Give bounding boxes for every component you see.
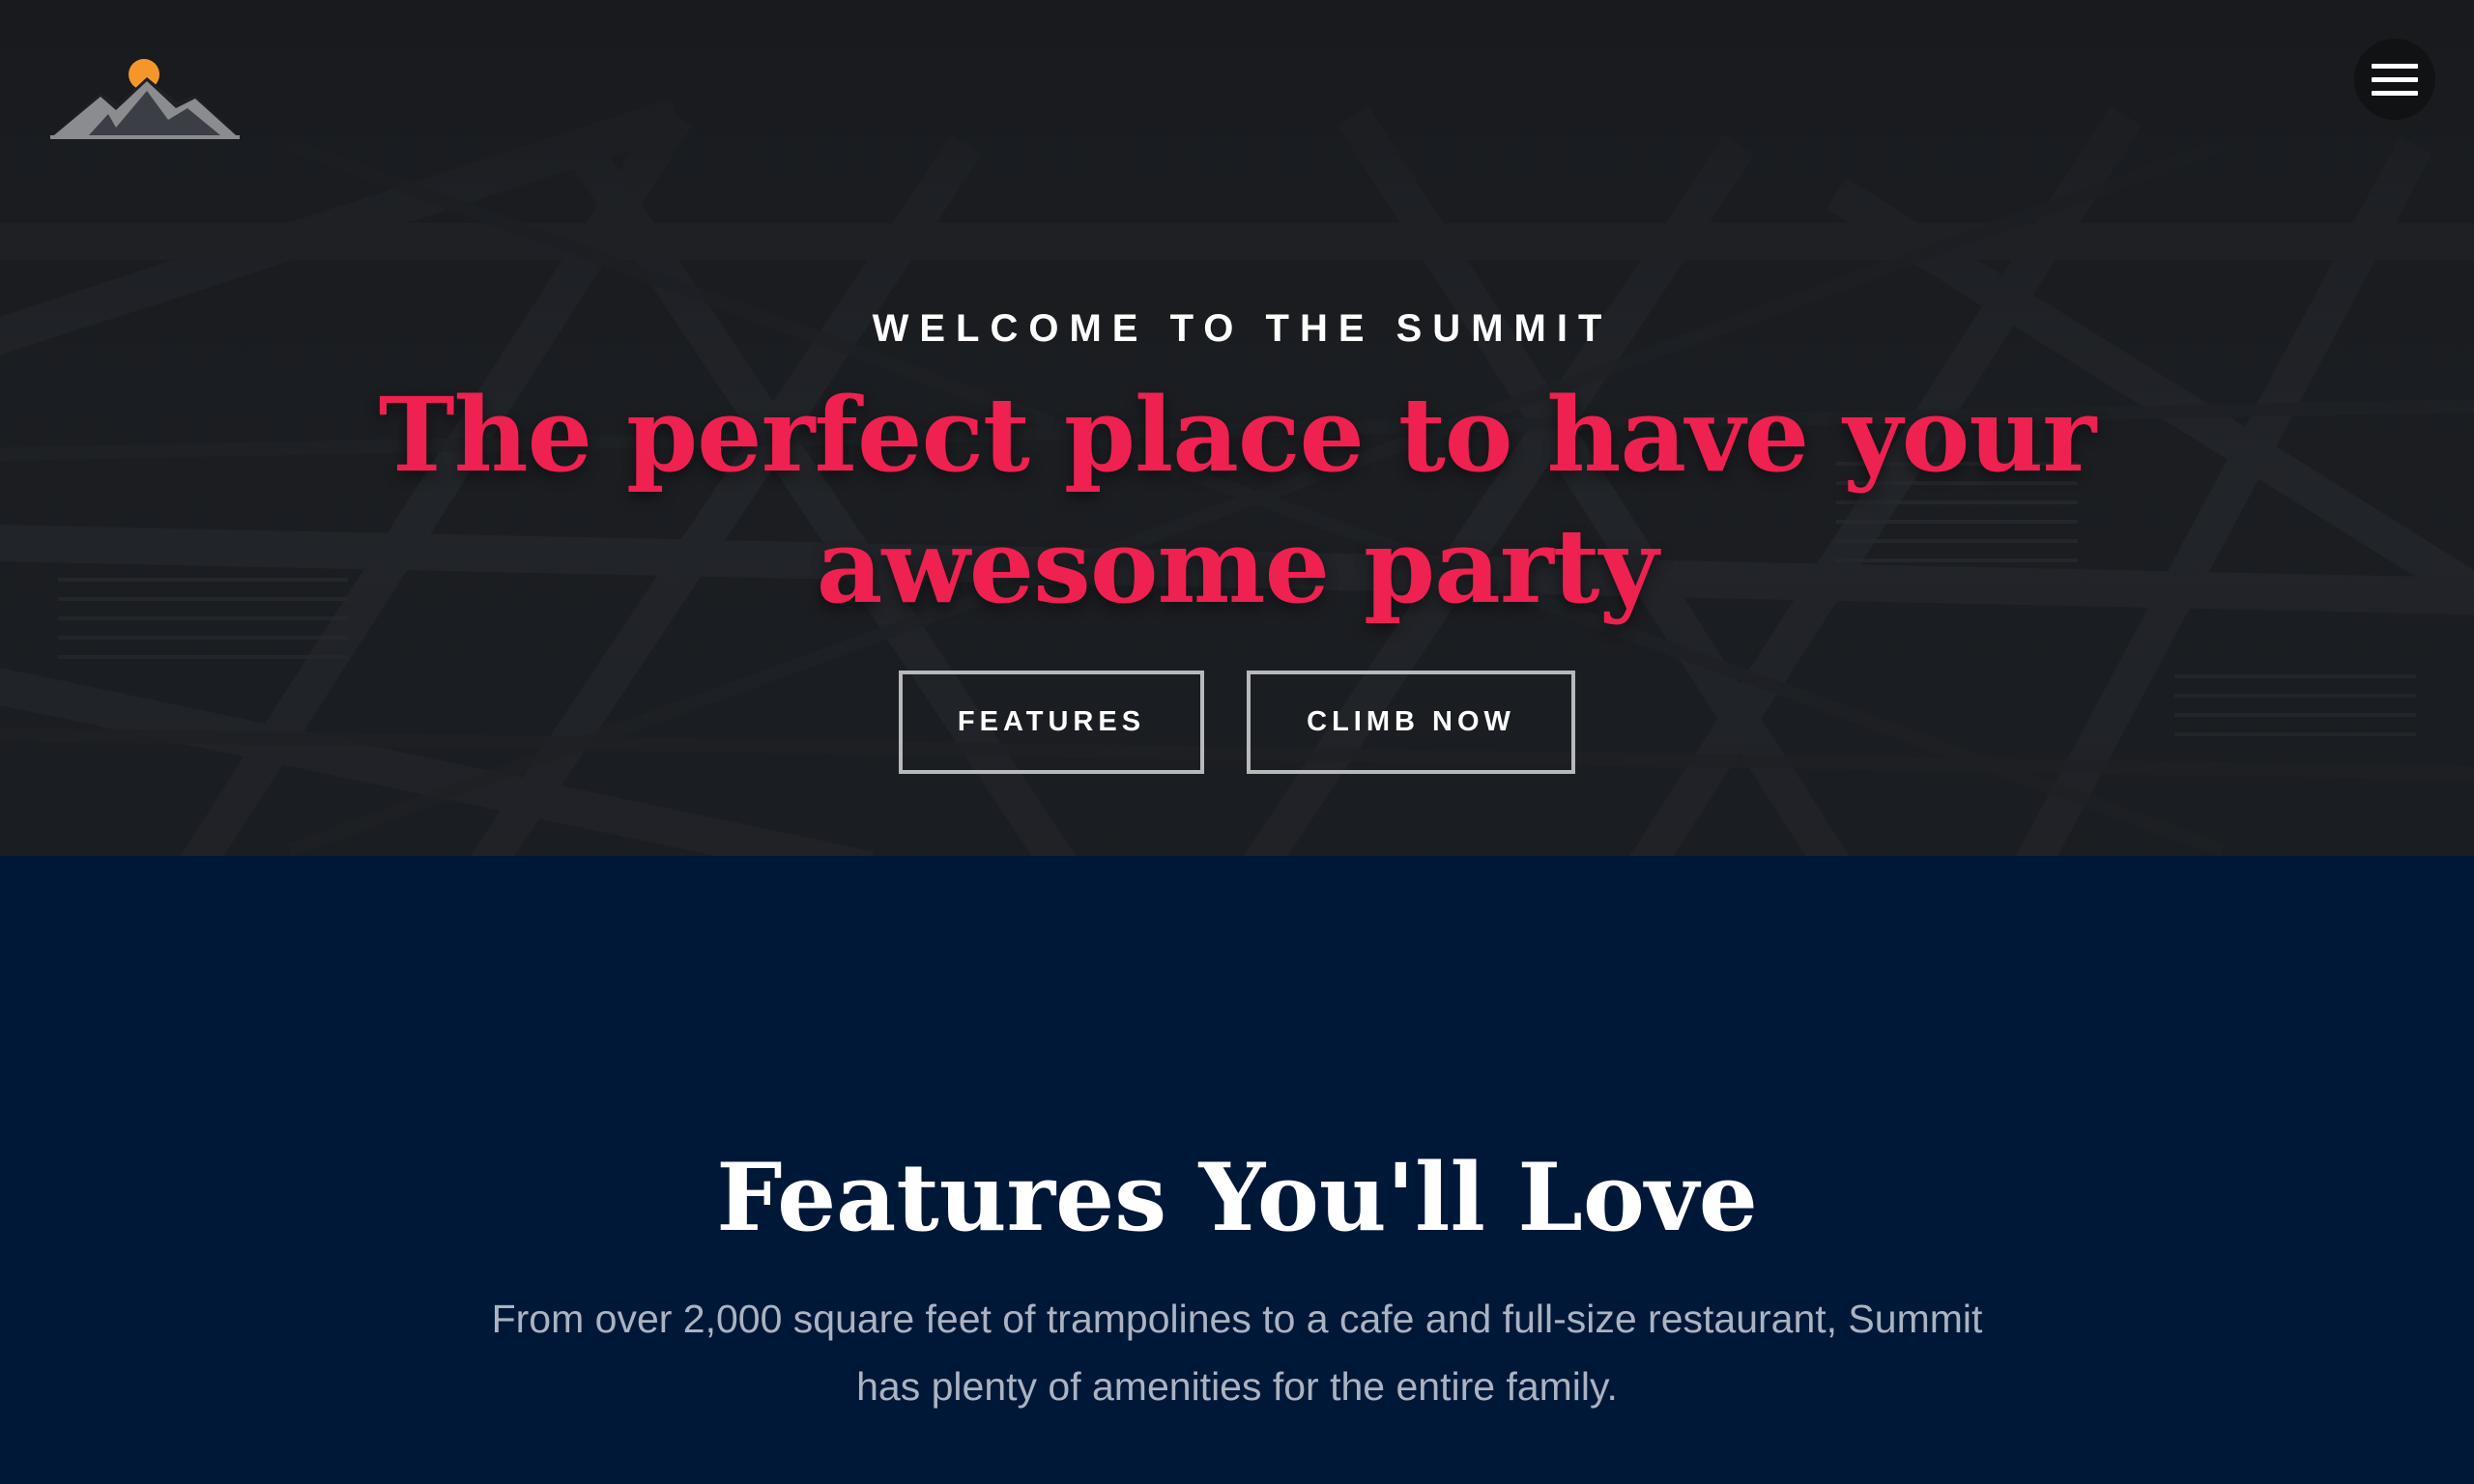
- hero-headline: The perfect place to have your awesome p…: [378, 374, 2097, 626]
- features-description: From over 2,000 square feet of trampolin…: [491, 1297, 1983, 1409]
- features-button[interactable]: FEATURES: [899, 671, 1204, 774]
- climb-now-button[interactable]: CLIMB NOW: [1247, 671, 1575, 774]
- hamburger-menu-icon: [2372, 63, 2418, 69]
- hero-eyebrow: WELCOME TO THE SUMMIT: [872, 307, 1613, 350]
- hamburger-menu-icon-bar: [2372, 76, 2418, 82]
- hamburger-menu-button[interactable]: [2354, 39, 2435, 120]
- hero-section: WELCOME TO THE SUMMIT The perfect place …: [0, 0, 2474, 856]
- hamburger-menu-icon-bar: [2372, 90, 2418, 96]
- features-title: Features You'll Love: [716, 1143, 1758, 1252]
- mountain-sun-logo[interactable]: [50, 56, 240, 139]
